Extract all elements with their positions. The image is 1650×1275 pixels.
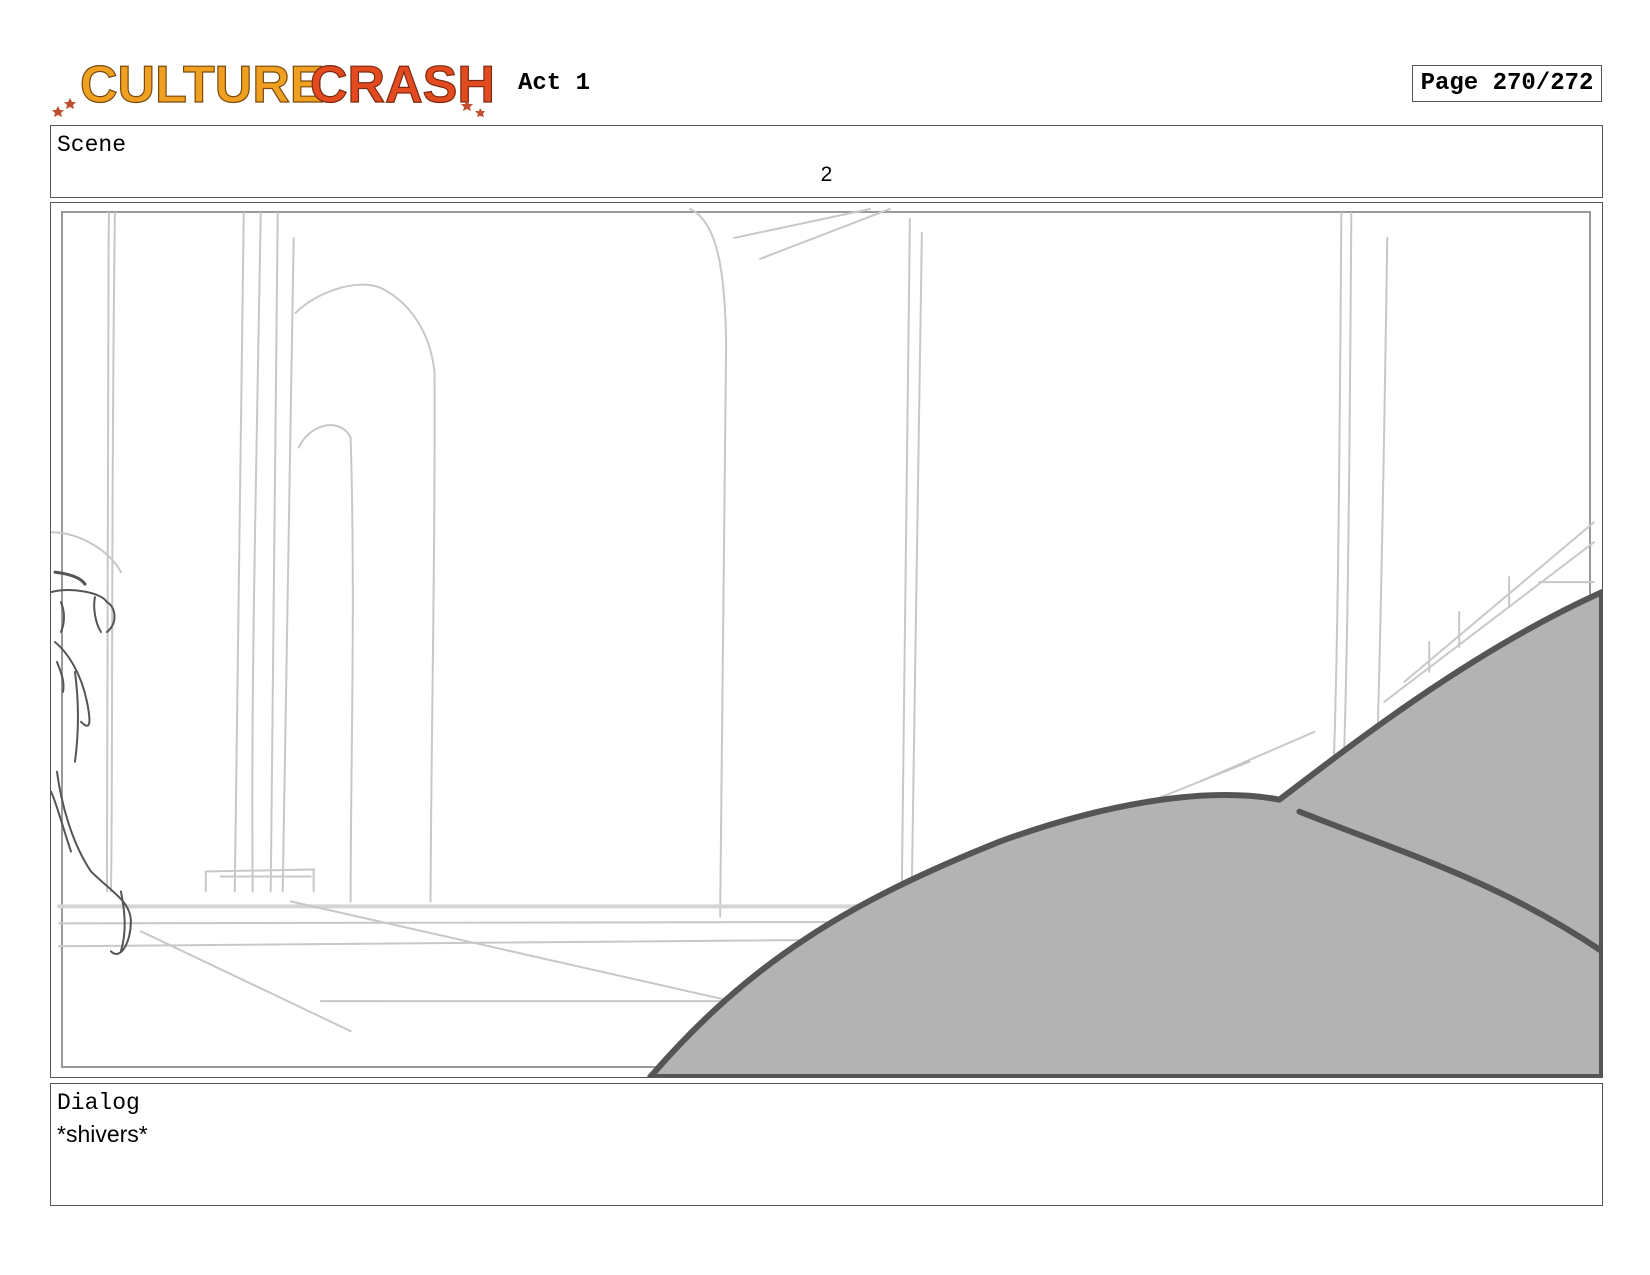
logo-text-culture: CULTURE — [80, 56, 325, 114]
dialog-label: Dialog — [57, 1090, 140, 1116]
scene-number: 2 — [820, 163, 833, 186]
page-indicator: Page 270/272 — [1412, 65, 1602, 102]
scene-label: Scene — [57, 132, 127, 158]
dialog-text: *shivers* — [57, 1121, 148, 1147]
foreground-silhouette — [647, 589, 1602, 1077]
act-label: Act 1 — [518, 70, 591, 97]
storyboard-sketch — [51, 207, 1602, 1077]
dialog-box: Dialog *shivers* — [50, 1083, 1603, 1206]
scene-box: Scene 2 — [50, 125, 1603, 198]
culture-crash-logo: CULTURE CRASH — [52, 50, 497, 120]
storyboard-panel — [50, 202, 1603, 1078]
